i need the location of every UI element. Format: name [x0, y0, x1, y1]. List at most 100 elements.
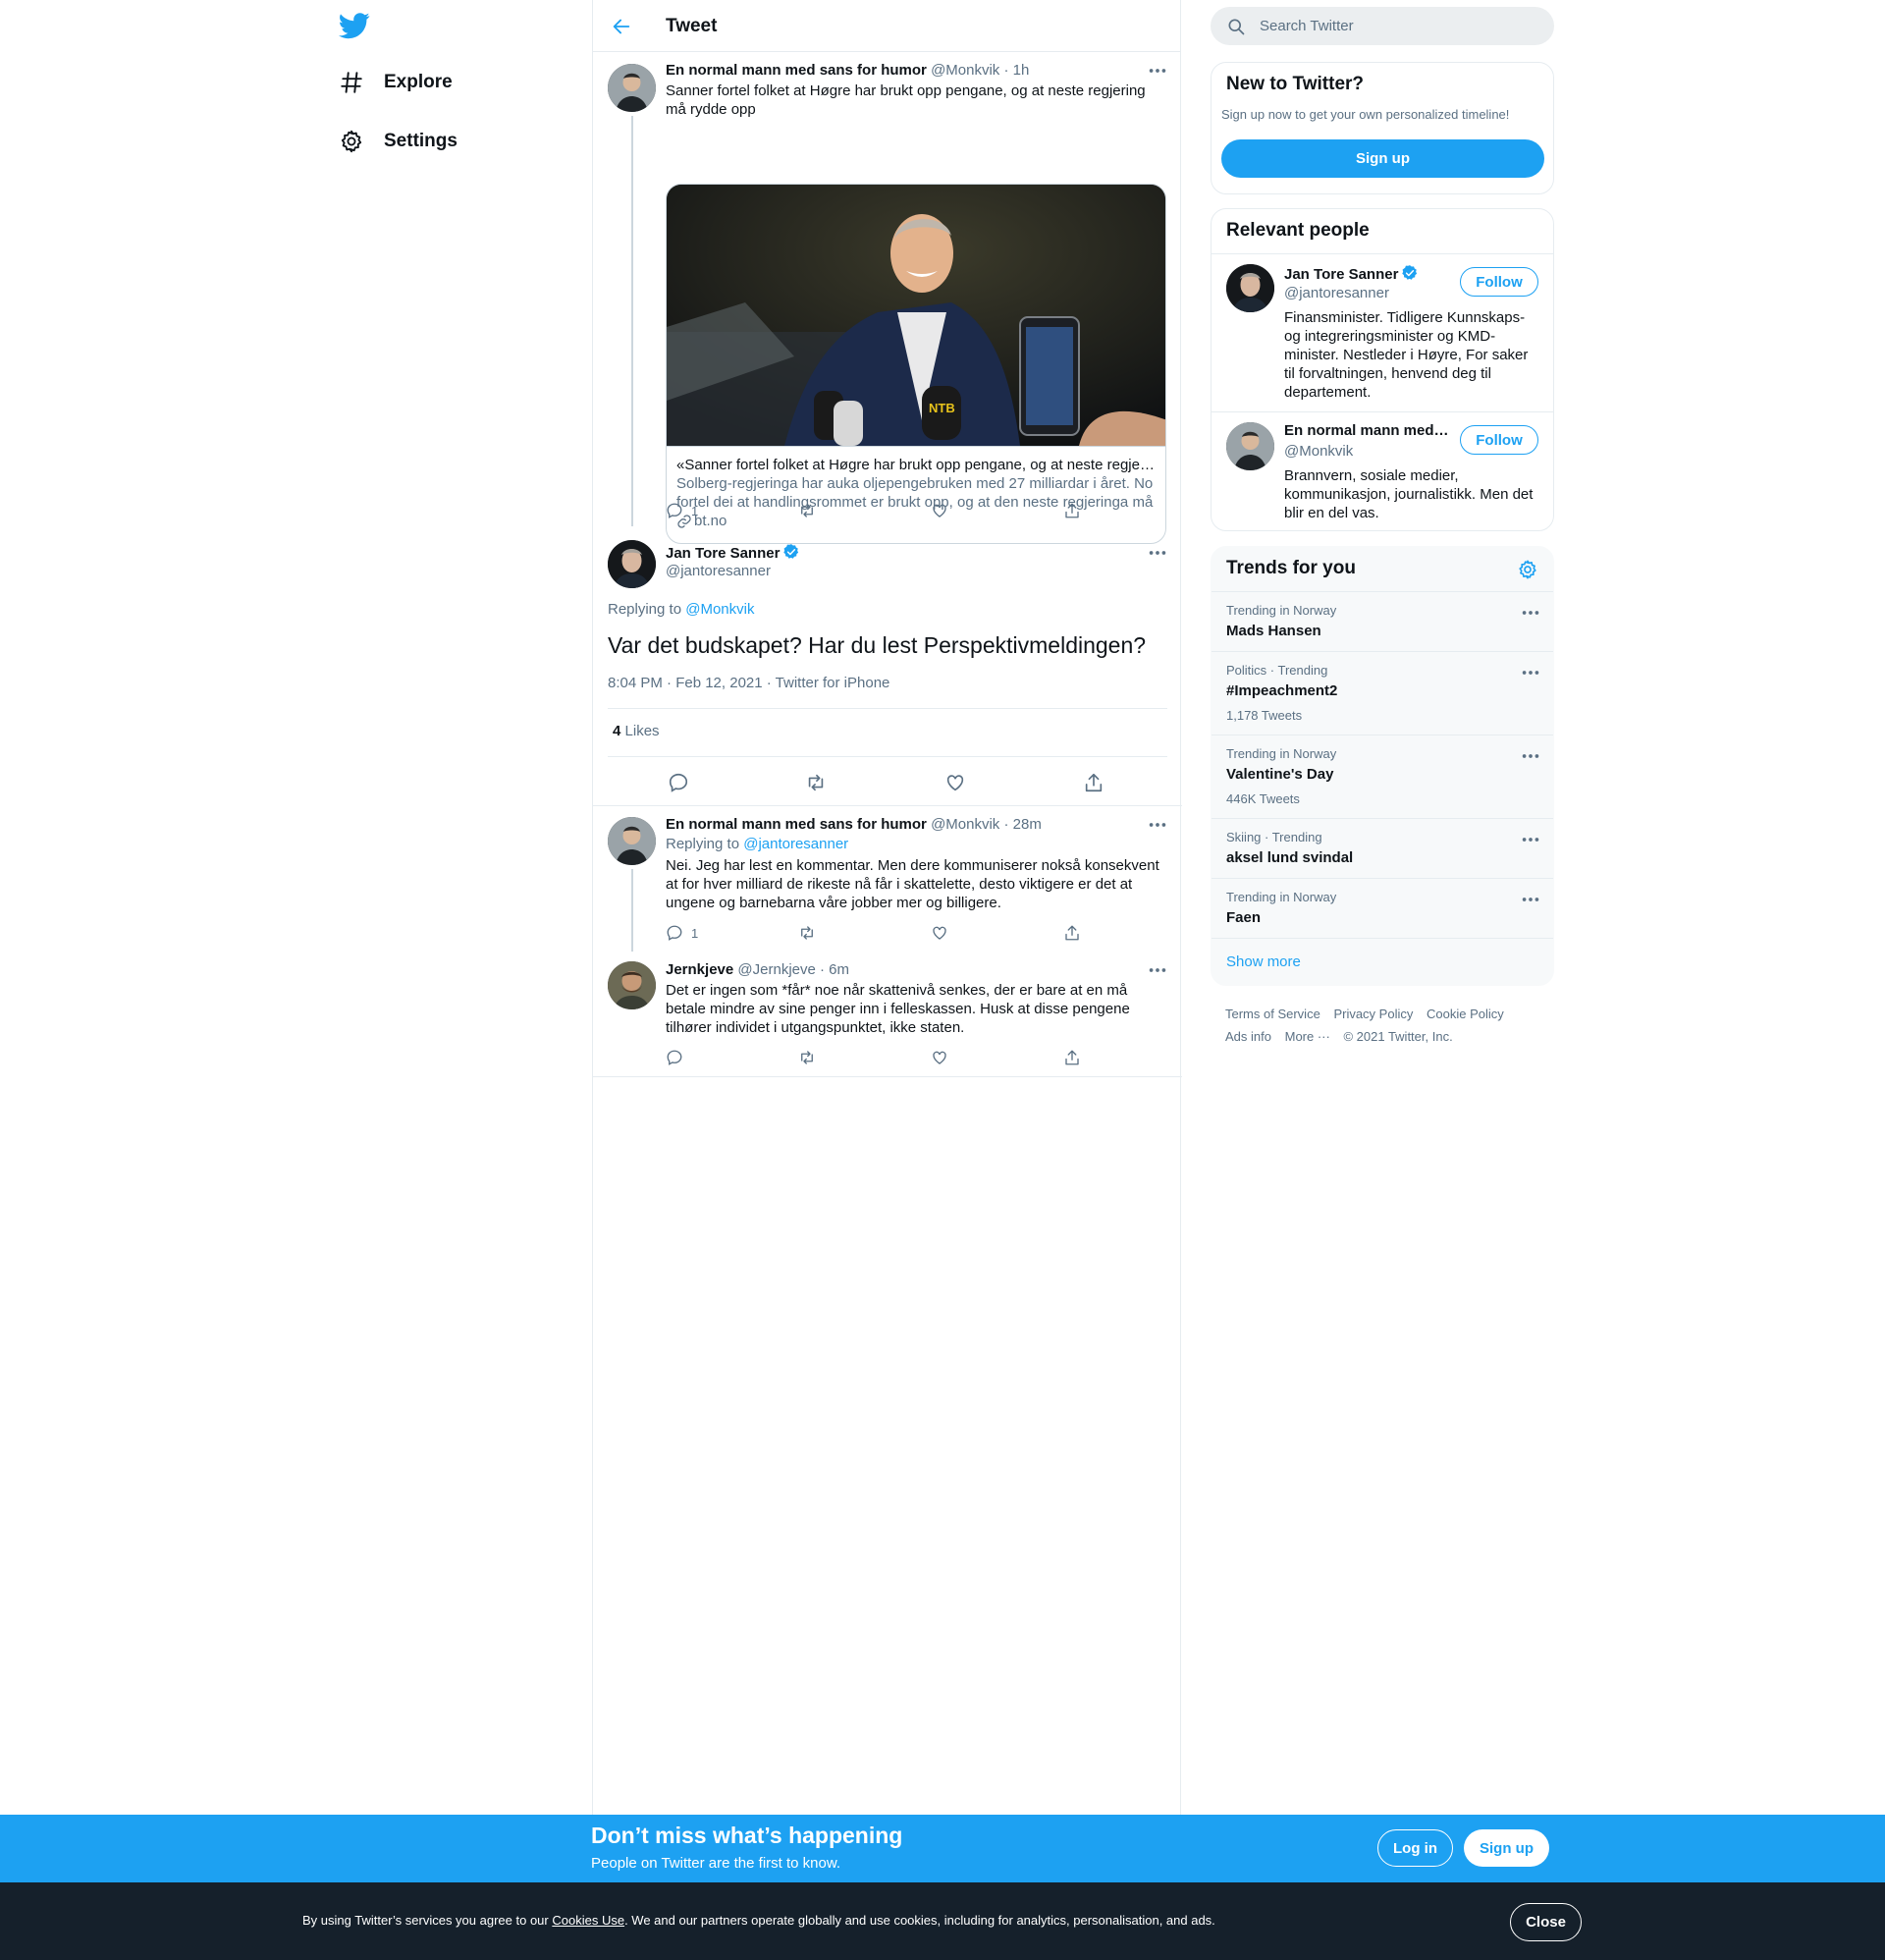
heart-icon: [931, 1049, 948, 1066]
replying-to: Replying to @jantoresanner: [666, 836, 848, 852]
avatar[interactable]: [608, 540, 656, 588]
card-image: NTB: [667, 185, 1165, 446]
cookies-use-link[interactable]: Cookies Use: [552, 1913, 624, 1928]
ads-info-link[interactable]: Ads info: [1225, 1029, 1271, 1044]
cookie-policy-link[interactable]: Cookie Policy: [1427, 1007, 1504, 1021]
more-icon[interactable]: [1147, 60, 1168, 82]
avatar[interactable]: [608, 817, 656, 865]
parent-tweet[interactable]: En normal mann med sans for humor @Monkv…: [593, 53, 1182, 544]
terms-link[interactable]: Terms of Service: [1225, 1007, 1320, 1021]
more-icon[interactable]: [1147, 542, 1168, 564]
author-handle[interactable]: @jantoresanner: [666, 563, 771, 579]
author-handle[interactable]: @Monkvik: [931, 62, 999, 79]
link-card[interactable]: NTB «Sanner fortel folket at Høgre har b…: [666, 184, 1166, 544]
twitter-logo-icon[interactable]: [339, 10, 370, 41]
reply-icon: [666, 502, 683, 519]
person-bio: Finansminister. Tidligere Kunnskaps- og …: [1284, 309, 1529, 401]
login-button[interactable]: Log in: [1377, 1829, 1453, 1867]
share-button[interactable]: [1063, 924, 1089, 942]
reply-button[interactable]: [666, 1049, 691, 1066]
nav-explore[interactable]: Explore: [339, 63, 453, 102]
sidebar-signup-button[interactable]: Sign up: [1221, 139, 1544, 178]
follow-button[interactable]: Follow: [1460, 267, 1538, 297]
show-more-link[interactable]: Show more: [1226, 953, 1301, 970]
likes-count: 4: [613, 723, 621, 739]
tweet-meta[interactable]: 8:04 PM · Feb 12, 2021 · Twitter for iPh…: [608, 675, 889, 691]
like-button[interactable]: [931, 502, 956, 519]
more-link[interactable]: More ···: [1285, 1029, 1330, 1044]
avatar[interactable]: [608, 64, 656, 112]
tweet-time[interactable]: · 28m: [1003, 816, 1041, 833]
focal-tweet: Jan Tore Sanner @jantoresanner Replying …: [593, 526, 1182, 806]
more-icon[interactable]: [1147, 814, 1168, 836]
share-button[interactable]: [1063, 502, 1089, 519]
reply-icon[interactable]: [668, 772, 689, 793]
likes-stat[interactable]: 4 Likes: [613, 723, 660, 739]
person-handle[interactable]: @Monkvik: [1284, 443, 1353, 460]
more-icon[interactable]: [1520, 829, 1541, 850]
person-card[interactable]: En normal mann med… @Monkvik Follow Bran…: [1212, 412, 1553, 530]
likes-label: Likes: [624, 723, 660, 739]
like-button[interactable]: [931, 1049, 956, 1066]
trend-item[interactable]: Trending in Norway Mads Hansen: [1212, 591, 1553, 651]
trend-item[interactable]: Trending in Norway Valentine's Day 446K …: [1212, 735, 1553, 818]
signup-button[interactable]: Sign up: [1464, 1829, 1549, 1867]
replying-to-link[interactable]: @Monkvik: [685, 601, 754, 618]
author-handle[interactable]: @Monkvik: [931, 816, 999, 833]
reply-tweet[interactable]: En normal mann med sans for humor @Monkv…: [593, 806, 1182, 952]
search-box[interactable]: [1211, 7, 1554, 45]
follow-button[interactable]: Follow: [1460, 425, 1538, 455]
cookie-close-button[interactable]: Close: [1510, 1903, 1582, 1941]
person-name[interactable]: En normal mann med…: [1284, 422, 1449, 439]
avatar[interactable]: [1226, 422, 1274, 470]
more-icon[interactable]: [1520, 602, 1541, 624]
trend-name: #Impeachment2: [1226, 682, 1338, 699]
nav-settings[interactable]: Settings: [339, 122, 458, 161]
share-button[interactable]: [1063, 1049, 1089, 1066]
trend-item[interactable]: Politics · Trending #Impeachment2 1,178 …: [1212, 651, 1553, 735]
retweet-button[interactable]: [798, 502, 824, 519]
trend-item[interactable]: Trending in Norway Faen: [1212, 878, 1553, 938]
reply-button[interactable]: 1: [666, 924, 698, 942]
like-button[interactable]: [931, 924, 956, 942]
reply-tweet[interactable]: Jernkjeve @Jernkjeve · 6m Det er ingen s…: [593, 952, 1182, 1077]
author-name[interactable]: En normal mann med sans for humor: [666, 816, 927, 833]
privacy-link[interactable]: Privacy Policy: [1333, 1007, 1413, 1021]
trend-name: Mads Hansen: [1226, 623, 1321, 639]
replying-to-link[interactable]: @jantoresanner: [743, 836, 848, 852]
cookie-text-after: . We and our partners operate globally a…: [624, 1913, 1215, 1928]
more-icon[interactable]: [1520, 889, 1541, 910]
person-card[interactable]: Jan Tore Sanner @jantoresanner Follow Fi…: [1212, 254, 1553, 411]
retweet-button[interactable]: [798, 1049, 824, 1066]
show-more-row[interactable]: Show more: [1212, 938, 1553, 985]
tweet-time[interactable]: · 6m: [820, 961, 849, 978]
retweet-icon[interactable]: [805, 772, 827, 793]
footer-links: Terms of Service Privacy Policy Cookie P…: [1225, 1003, 1549, 1048]
tweet-time[interactable]: · 1h: [1003, 62, 1029, 79]
tweet-actions: [666, 1049, 1079, 1068]
trend-item[interactable]: Skiing · Trending aksel lund svindal: [1212, 818, 1553, 878]
back-arrow-icon[interactable]: [611, 16, 632, 37]
svg-text:NTB: NTB: [929, 401, 955, 415]
more-icon[interactable]: [1520, 745, 1541, 767]
author-name[interactable]: Jan Tore Sanner: [666, 545, 780, 562]
person-handle[interactable]: @jantoresanner: [1284, 285, 1389, 301]
more-icon[interactable]: [1147, 959, 1168, 981]
share-icon[interactable]: [1083, 772, 1104, 793]
person-name-text[interactable]: Jan Tore Sanner: [1284, 266, 1398, 283]
search-input[interactable]: [1260, 7, 1535, 45]
gear-icon[interactable]: [1517, 559, 1538, 580]
trend-name: Faen: [1226, 909, 1262, 926]
replying-to: Replying to @Monkvik: [608, 601, 754, 618]
author-name[interactable]: En normal mann med sans for humor: [666, 62, 927, 79]
trend-count: 1,178 Tweets: [1226, 708, 1303, 723]
avatar[interactable]: [608, 961, 656, 1009]
retweet-button[interactable]: [798, 924, 824, 942]
more-icon[interactable]: [1520, 662, 1541, 683]
author-name[interactable]: Jernkjeve: [666, 961, 733, 978]
reply-button[interactable]: 1: [666, 502, 698, 519]
avatar[interactable]: [1226, 264, 1274, 312]
heart-icon[interactable]: [944, 772, 966, 793]
author-handle[interactable]: @Jernkjeve: [737, 961, 815, 978]
copyright: © 2021 Twitter, Inc.: [1343, 1029, 1453, 1044]
